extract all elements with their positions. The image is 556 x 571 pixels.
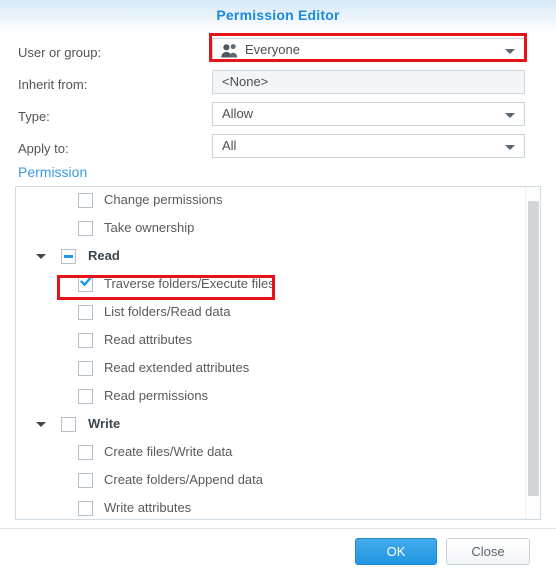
permission-list: Change permissions Take ownership Read Trav…: [15, 186, 541, 520]
permission-label: Traverse folders/Execute files: [104, 276, 275, 291]
permission-label: Read: [88, 248, 120, 263]
permission-label: Read attributes: [104, 332, 193, 347]
permission-label: Take ownership: [104, 220, 195, 235]
permission-section-title: Permission: [18, 164, 88, 180]
form-label: Type:: [18, 109, 50, 124]
permission-label: Read permissions: [104, 388, 209, 403]
permission-row[interactable]: Read extended attributes: [16, 355, 526, 383]
permission-label: Write attributes: [104, 500, 192, 515]
ok-button[interactable]: OK: [355, 538, 437, 565]
scrollbar-thumb[interactable]: [528, 201, 539, 496]
permission-list-scrollbar[interactable]: [525, 187, 540, 519]
permission-row[interactable]: List folders/Read data: [16, 299, 526, 327]
permission-row[interactable]: Change permissions: [16, 187, 526, 215]
chevron-down-icon[interactable]: [505, 49, 515, 54]
form-row: Apply to: All: [0, 134, 556, 166]
permission-row[interactable]: Create folders/Append data: [16, 467, 526, 495]
permission-label: Create files/Write data: [104, 444, 233, 459]
permission-checkbox[interactable]: [78, 501, 93, 516]
page-title: Permission Editor: [216, 7, 340, 23]
chevron-down-icon[interactable]: [36, 422, 46, 427]
permission-row[interactable]: Create files/Write data: [16, 439, 526, 467]
form-row: Type: Allow: [0, 102, 556, 134]
permission-row[interactable]: Write attributes: [16, 495, 526, 519]
dialog-header: Permission Editor: [0, 0, 556, 33]
footer-divider-highlight: [0, 529, 556, 530]
form-label: Inherit from:: [18, 77, 88, 92]
permission-label: List folders/Read data: [104, 304, 231, 319]
permission-checkbox[interactable]: [78, 473, 93, 488]
group-icon: [221, 43, 238, 58]
permission-checkbox[interactable]: [78, 221, 93, 236]
form-label: User or group:: [18, 45, 102, 60]
dropdown-field[interactable]: All: [212, 134, 525, 158]
close-button[interactable]: Close: [446, 538, 530, 565]
indeterminate-mark: [64, 255, 73, 258]
form-label: Apply to:: [18, 141, 69, 156]
permission-checkbox[interactable]: [78, 389, 93, 404]
field-value: Allow: [222, 106, 254, 121]
field-value: Everyone: [245, 42, 300, 57]
field-value: All: [222, 138, 237, 153]
permission-form: User or group: Everyone Inherit from: <None…: [0, 33, 556, 166]
permission-checkbox[interactable]: [78, 361, 93, 376]
permission-checkbox[interactable]: [78, 333, 93, 348]
permission-checkbox[interactable]: [61, 417, 76, 432]
permission-row[interactable]: Traverse folders/Execute files: [16, 271, 526, 299]
permission-checkbox[interactable]: [78, 275, 93, 292]
permission-row[interactable]: Write: [16, 411, 526, 439]
permission-checkbox[interactable]: [78, 445, 93, 460]
chevron-down-icon[interactable]: [505, 145, 515, 150]
permission-row[interactable]: Take ownership: [16, 215, 526, 243]
permission-label: Write: [88, 416, 121, 431]
dropdown-field[interactable]: Allow: [212, 102, 525, 126]
permission-checkbox[interactable]: [78, 305, 93, 320]
form-row: User or group: Everyone: [0, 38, 556, 70]
permission-label: Read extended attributes: [104, 360, 250, 375]
readonly-field: <None>: [212, 70, 525, 94]
chevron-down-icon[interactable]: [36, 254, 46, 259]
field-value: <None>: [222, 74, 269, 89]
permission-label: Create folders/Append data: [104, 472, 263, 487]
permission-row[interactable]: Read permissions: [16, 383, 526, 411]
chevron-down-icon[interactable]: [505, 113, 515, 118]
dropdown-field[interactable]: Everyone: [212, 38, 525, 62]
permission-row[interactable]: Read attributes: [16, 327, 526, 355]
permission-checkbox[interactable]: [78, 193, 93, 208]
permission-checkbox[interactable]: [61, 249, 76, 264]
permission-row[interactable]: Read: [16, 243, 526, 271]
form-row: Inherit from: <None>: [0, 70, 556, 102]
permission-label: Change permissions: [104, 192, 223, 207]
